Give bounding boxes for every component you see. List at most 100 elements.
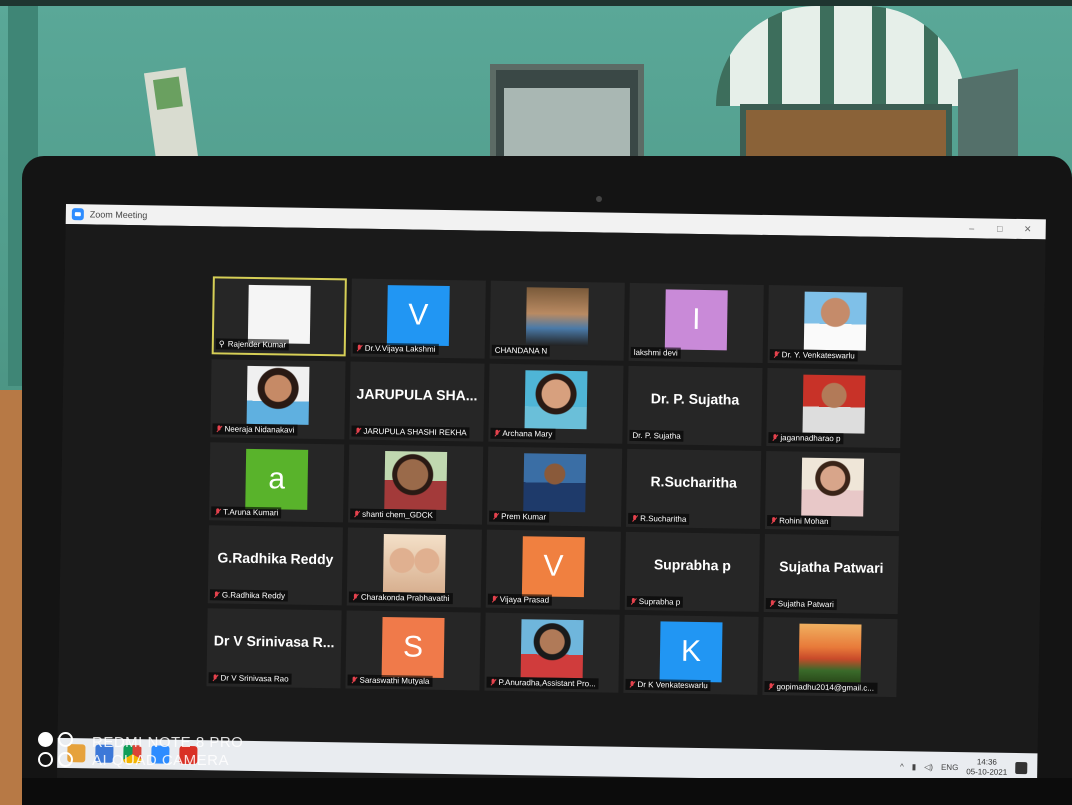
- participant-name-label: Prem Kumar: [489, 510, 550, 523]
- participant-display-name: Sujatha Patwari: [779, 558, 884, 576]
- participant-tile[interactable]: Dr. P. Sujatha Dr. P. Sujatha: [627, 365, 763, 446]
- system-tray: ^ ▮ ◁) ENG 14:36 05-10-2021: [900, 756, 1028, 778]
- participant-name-label: Neeraja Nidanakavi: [212, 423, 298, 436]
- participant-name: lakshmi devi: [633, 347, 678, 358]
- participant-name-label: Dr. Y. Venkateswarlu: [769, 349, 858, 362]
- participant-name-label: Suprabha p: [626, 595, 684, 608]
- participant-name: Dr V Srinivasa Rao: [220, 673, 289, 684]
- participant-tile[interactable]: V Vijaya Prasad: [485, 529, 621, 610]
- participant-avatar: K: [659, 621, 723, 683]
- laptop-screen: Zoom Meeting – □ ✕ ⚲ Rajender Kumar V Dr.V.…: [56, 204, 1046, 794]
- muted-mic-icon: [767, 683, 774, 691]
- participant-tile[interactable]: JARUPULA SHA... JARUPULA SHASHI REKHA: [349, 361, 485, 442]
- maximize-button[interactable]: □: [994, 223, 1006, 234]
- muted-mic-icon: [353, 510, 360, 518]
- participant-photo: [382, 534, 446, 594]
- participant-tile[interactable]: G.Radhika Reddy G.Radhika Reddy: [207, 525, 343, 606]
- participant-name: Prem Kumar: [501, 511, 547, 522]
- participant-name-label: Archana Mary: [490, 427, 556, 440]
- top-strip: [0, 0, 1072, 6]
- participant-name-label: ⚲ Rajender Kumar: [215, 338, 290, 351]
- minimize-button[interactable]: –: [966, 223, 978, 234]
- participant-avatar: a: [245, 448, 309, 510]
- participant-display-name: Dr. P. Sujatha: [650, 390, 740, 408]
- participant-name-label: Dr V Srinivasa Rao: [208, 672, 292, 685]
- participant-name: shanti chem_GDCK: [362, 509, 433, 520]
- participant-name-label: P.Anuradha,Assistant Pro...: [486, 676, 599, 690]
- participant-avatar: V: [386, 285, 450, 347]
- quad-camera-icon: [38, 732, 78, 772]
- participant-tile[interactable]: ⚲ Rajender Kumar: [211, 276, 347, 357]
- participant-name: Dr K Venkateswarlu: [637, 680, 708, 691]
- participant-tile[interactable]: shanti chem_GDCK: [348, 444, 484, 525]
- participant-name-label: Dr K Venkateswarlu: [625, 678, 711, 692]
- muted-mic-icon: [350, 676, 357, 684]
- window-title: Zoom Meeting: [89, 209, 148, 221]
- participant-name: P.Anuradha,Assistant Pro...: [498, 677, 596, 689]
- muted-mic-icon: [354, 427, 361, 435]
- participant-name-label: T.Aruna Kumari: [211, 506, 282, 519]
- webcam-icon: [596, 196, 602, 202]
- participant-tile[interactable]: Ilakshmi devi: [628, 282, 764, 363]
- participant-tile[interactable]: R.Sucharitha R.Sucharitha: [625, 448, 762, 529]
- participant-tile[interactable]: Rohini Mohan: [764, 451, 901, 532]
- participant-name: Vijaya Prasad: [499, 594, 550, 605]
- participant-name: Saraswathi Mutyala: [359, 675, 430, 686]
- participant-tile[interactable]: Sujatha Patwari Sujatha Patwari: [763, 534, 899, 615]
- participant-name: Suprabha p: [638, 597, 681, 607]
- participant-name-label: Vijaya Prasad: [487, 593, 553, 606]
- participant-tile[interactable]: Archana Mary: [488, 363, 624, 444]
- language-indicator[interactable]: ENG: [941, 762, 958, 771]
- chevron-up-icon[interactable]: ^: [900, 762, 904, 771]
- participant-name: JARUPULA SHASHI REKHA: [363, 426, 467, 438]
- participant-tile[interactable]: P.Anuradha,Assistant Pro...: [484, 612, 620, 693]
- participant-tile[interactable]: S Saraswathi Mutyala: [345, 610, 481, 691]
- time-text: 14:36: [976, 757, 997, 767]
- participant-tile[interactable]: jagannadharao p: [766, 368, 902, 449]
- participant-tile[interactable]: Dr V Srinivasa R... Dr V Srinivasa Rao: [206, 608, 342, 689]
- participant-name-label: Charakonda Prabhavathi: [348, 591, 453, 605]
- muted-mic-icon: [630, 597, 637, 605]
- participant-tile[interactable]: K Dr K Venkateswarlu: [623, 614, 759, 695]
- participant-name: Charakonda Prabhavathi: [360, 592, 450, 604]
- participant-photo: [525, 287, 589, 347]
- participant-photo: [524, 370, 588, 430]
- muted-mic-icon: [356, 344, 363, 352]
- participant-tile[interactable]: Dr. Y. Venkateswarlu: [767, 285, 903, 366]
- notification-icon[interactable]: [1015, 761, 1028, 775]
- volume-icon[interactable]: ◁): [924, 762, 933, 771]
- participant-name: Rohini Mohan: [779, 516, 829, 527]
- network-icon[interactable]: ▮: [912, 762, 917, 771]
- muted-mic-icon: [212, 674, 219, 682]
- close-button[interactable]: ✕: [1022, 224, 1034, 235]
- camera-watermark: REDMI NOTE 8 PRO AI QUAD CAMERA: [38, 732, 243, 772]
- muted-mic-icon: [628, 680, 635, 688]
- participant-tile[interactable]: Charakonda Prabhavathi: [346, 527, 482, 608]
- participant-photo: [802, 374, 866, 434]
- zoom-logo-icon: [71, 208, 84, 221]
- muted-mic-icon: [770, 517, 777, 525]
- participant-tile[interactable]: Neeraja Nidanakavi: [210, 359, 346, 440]
- participant-tile[interactable]: V Dr.V.Vijaya Lakshmi: [350, 278, 486, 359]
- participant-name-label: gopimadhu2014@gmail.c...: [764, 681, 878, 694]
- participant-avatar: V: [521, 536, 585, 598]
- participant-name: jagannadharao p: [780, 433, 841, 444]
- meeting-gallery: ⚲ Rajender Kumar V Dr.V.Vijaya Lakshmi CHAND…: [57, 223, 1046, 754]
- participant-tile[interactable]: a T.Aruna Kumari: [209, 442, 345, 523]
- participant-display-name: R.Sucharitha: [650, 473, 738, 491]
- muted-mic-icon: [769, 600, 776, 608]
- participant-tile[interactable]: gopimadhu2014@gmail.c...: [762, 617, 898, 698]
- clock[interactable]: 14:36 05-10-2021: [966, 757, 1007, 778]
- participant-name: CHANDANA N: [494, 345, 548, 356]
- participant-name-label: JARUPULA SHASHI REKHA: [351, 425, 470, 439]
- muted-mic-icon: [213, 591, 220, 599]
- participant-display-name: Dr V Srinivasa R...: [213, 632, 335, 651]
- pin-icon: ⚲: [218, 339, 225, 349]
- muted-mic-icon: [214, 508, 221, 516]
- participant-photo: [801, 457, 865, 517]
- participant-tile[interactable]: Suprabha p Suprabha p: [624, 531, 760, 612]
- window-controls: – □ ✕: [966, 223, 1034, 235]
- participant-tile[interactable]: CHANDANA N: [489, 280, 625, 361]
- participant-name-label: G.Radhika Reddy: [209, 589, 289, 602]
- participant-tile[interactable]: Prem Kumar: [487, 446, 623, 527]
